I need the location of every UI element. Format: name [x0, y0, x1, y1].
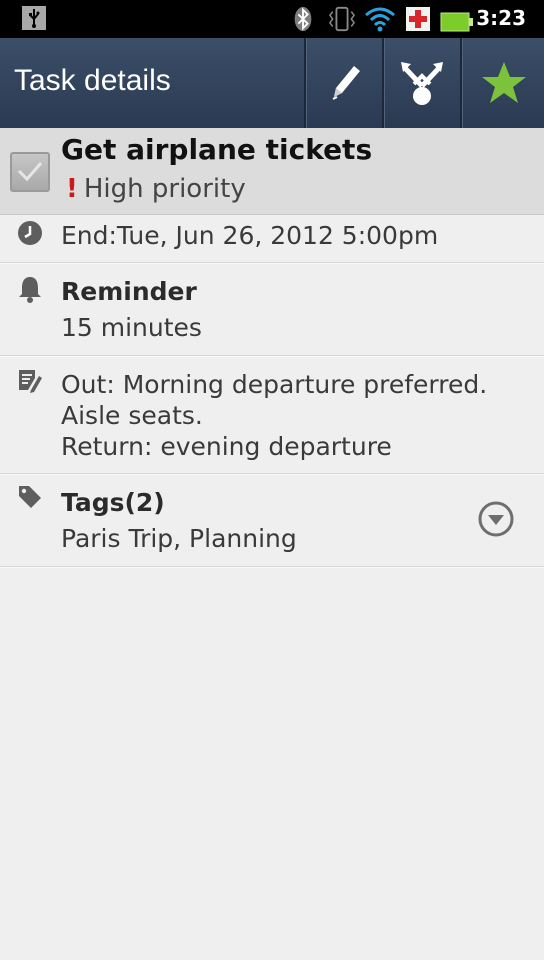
- wifi-icon: [365, 7, 395, 32]
- edit-button[interactable]: [304, 38, 382, 128]
- star-icon: [482, 62, 526, 103]
- task-priority: ! High priority: [66, 174, 246, 204]
- tags-row[interactable]: Tags(2) Paris Trip, Planning: [0, 474, 544, 567]
- page-title: Task details: [14, 64, 171, 97]
- medical-icon: [406, 7, 430, 31]
- tags-label: Tags(2): [61, 488, 165, 517]
- bluetooth-icon: [294, 6, 312, 32]
- priority-icon: !: [66, 174, 78, 204]
- reminder-value: 15 minutes: [61, 313, 202, 342]
- notes-line: Aisle seats.: [61, 401, 203, 430]
- reminder-label: Reminder: [61, 277, 197, 306]
- complete-checkbox[interactable]: [10, 152, 50, 192]
- tag-icon: [19, 486, 41, 508]
- usb-icon: [22, 6, 46, 30]
- notes-line: Out: Morning departure preferred.: [61, 370, 488, 399]
- end-date-row[interactable]: End:Tue, Jun 26, 2012 5:00pm: [0, 214, 544, 263]
- share-icon: [401, 62, 443, 105]
- status-bar: 3:23: [0, 0, 544, 38]
- edit-icon: [332, 66, 360, 100]
- action-bar: Task details: [0, 38, 544, 129]
- vibrate-icon: [329, 6, 355, 32]
- expand-icon[interactable]: [477, 500, 515, 538]
- notes-icon: [19, 370, 42, 393]
- battery-icon: [440, 12, 473, 32]
- notes-line: Return: evening departure: [61, 432, 392, 461]
- tags-value: Paris Trip, Planning: [61, 524, 297, 553]
- task-title: Get airplane tickets: [61, 133, 373, 166]
- priority-label: High priority: [83, 174, 246, 204]
- reminder-row[interactable]: Reminder 15 minutes: [0, 263, 544, 356]
- status-time: 3:23: [476, 6, 526, 30]
- bell-icon: [19, 277, 41, 303]
- notes-text: Out: Morning departure preferred. Aisle …: [61, 369, 487, 462]
- share-button[interactable]: [382, 38, 460, 128]
- clock-icon: [18, 221, 42, 245]
- notes-row[interactable]: Out: Morning departure preferred. Aisle …: [0, 356, 544, 474]
- checkmark-icon: [17, 162, 43, 182]
- star-button[interactable]: [460, 38, 544, 128]
- end-date-text: End:Tue, Jun 26, 2012 5:00pm: [61, 221, 439, 250]
